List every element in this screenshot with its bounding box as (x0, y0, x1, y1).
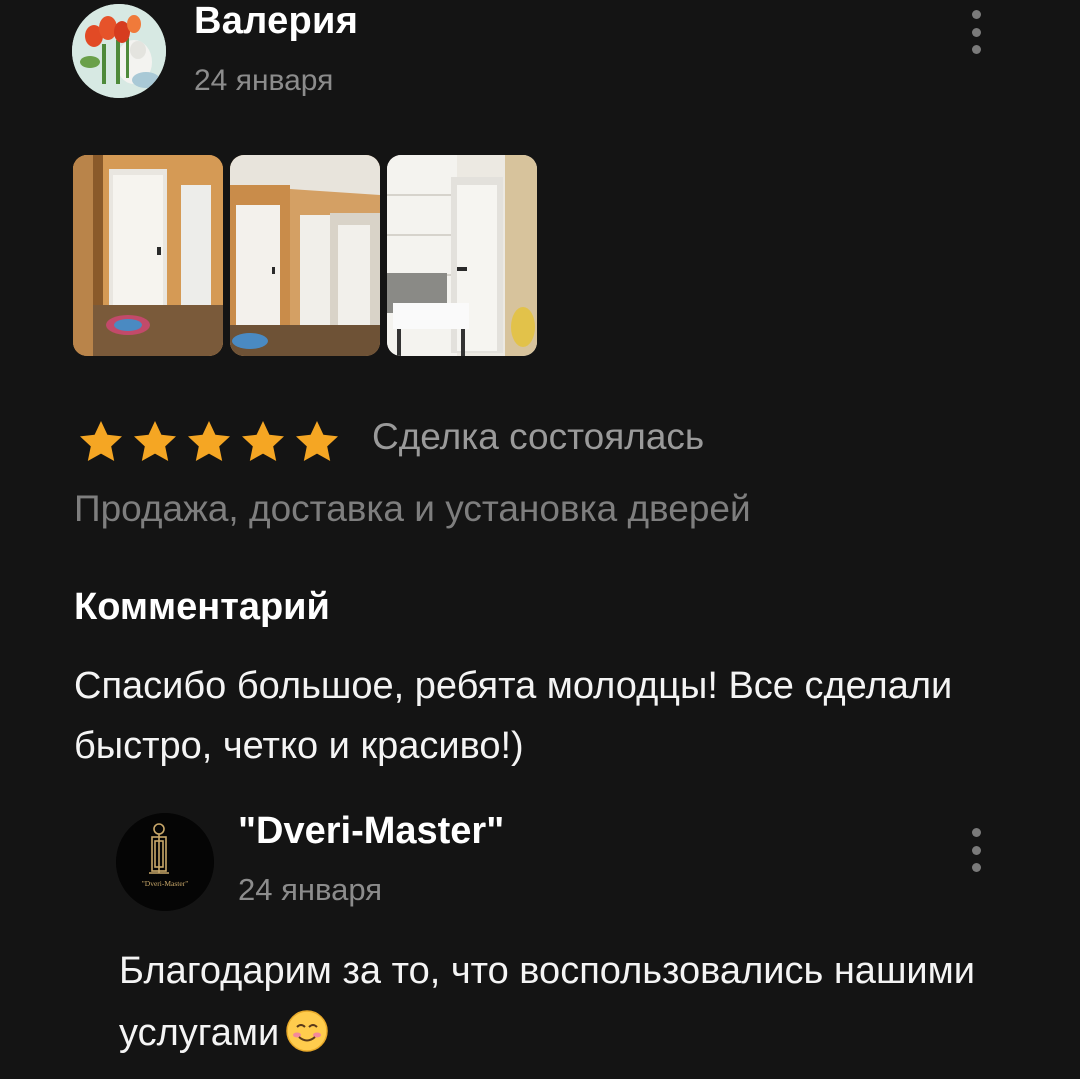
star-icon (134, 421, 176, 461)
seller-avatar-caption: "Dveri-Master" (142, 879, 189, 888)
review-photo[interactable] (387, 155, 537, 356)
reply-date: 24 января (238, 872, 383, 907)
reply-text-body: Благодарим за то, что воспользовались на… (119, 950, 976, 1054)
review-author-name[interactable]: Валерия (194, 0, 358, 43)
avatar[interactable] (72, 4, 166, 98)
comment-text: Спасибо большое, ребята молодцы! Все сде… (74, 665, 953, 767)
seller-avatar[interactable]: "Dveri-Master" (116, 813, 214, 911)
rating-stars (76, 418, 342, 466)
star-icon (188, 421, 230, 461)
star-icon (296, 421, 338, 461)
comment-heading: Комментарий (74, 586, 330, 628)
star-icon (80, 421, 122, 461)
service-name[interactable]: Продажа, доставка и установка дверей (74, 488, 751, 530)
seller-name[interactable]: "Dveri-Master" (238, 810, 504, 853)
star-icon (242, 421, 284, 461)
more-options-icon[interactable] (966, 828, 986, 872)
review-photo[interactable] (230, 155, 380, 356)
deal-status: Сделка состоялась (372, 416, 705, 457)
smiling-face-icon (286, 1010, 329, 1052)
reply-text: Благодарим за то, что воспользовались на… (119, 940, 1019, 1064)
more-options-icon[interactable] (966, 10, 986, 54)
review-date: 24 января (194, 64, 334, 97)
review-photo[interactable] (73, 155, 223, 356)
